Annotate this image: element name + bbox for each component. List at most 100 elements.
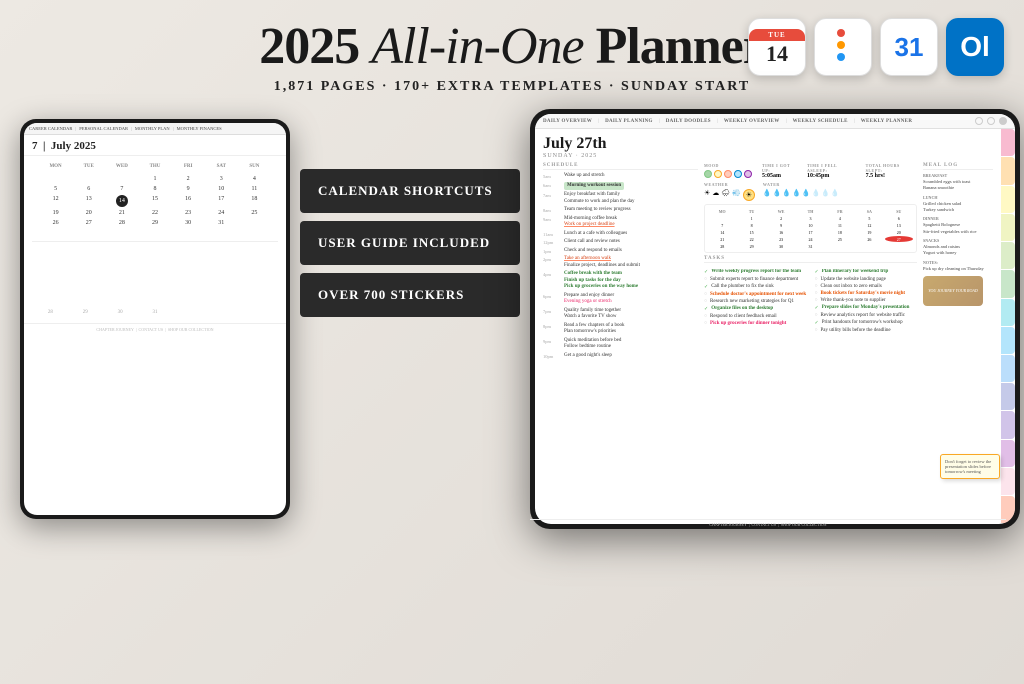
rt-side-tabs [1001,129,1015,524]
main-container: TUE 14 31 Ol 20 [0,0,1024,684]
rt-tab-2[interactable] [1001,157,1015,184]
rt-time-row-9pm: 9pm Quick meditation before bedFollow be… [543,338,698,351]
rt-time-fields: TIME I GOT UP: 5:05am TIME I FELL ASLEEP… [762,163,917,179]
reminder-line-3 [837,53,849,61]
rt-notes-label: NOTES: [923,260,993,265]
rt-time-got-up: TIME I GOT UP: 5:05am [762,163,799,179]
rt-lunch-label: LUNCH [923,195,993,200]
rt-time-row-2pm: 2pm Take an afternoon walkFinalize proje… [543,256,698,269]
rt-mood-widget: MOOD [704,163,752,178]
rt-task-7: ○Respond to client feedback email [704,314,807,319]
rt-weather-widget: WEATHER ☀ ☁ 🌧 💨 ☀ [704,182,755,201]
rt-time-row-8pm: 8pm Read a few chapters of a bookPlan to… [543,323,698,336]
lt-extra: 28 29 30 31 [24,233,286,323]
rt-nav-controls [975,117,1007,125]
google-calendar-icon: 31 [880,18,938,76]
reminders-icon [814,18,872,76]
reminder-line-1 [837,29,849,37]
rt-time-row-6am: 6am Morning workout session [543,182,698,191]
rt-nav-btn-2[interactable] [987,117,995,125]
rt-tab-11[interactable] [1001,411,1015,438]
rt-nav-btn-3[interactable] [999,117,1007,125]
rt-task-14: ✓Prepare slides for Monday's presentatio… [815,305,918,311]
rt-sticky-note: Don't forget to review the presentation … [940,454,1000,479]
active-weather-sun: ☀ [743,189,755,201]
lt-footer: CHAPTER JOURNEY | CONTACT US | SHOP OUR … [24,323,286,335]
rt-mini-calendar: MO TU WE TH FR SA SU 1 [704,204,917,253]
rt-motivational-box: YOU JOURNEY YOUR ROAD [923,276,983,306]
rt-hours-value: 7.5 hrs! [866,173,917,179]
rt-nav-daily-planning: DAILY PLANNING [605,119,653,124]
rt-got-up-value: 5:05am [762,173,799,179]
rt-breakfast-label: BREAKFAST [923,173,993,178]
rt-task-3: ✓Call the plumber to fix the sink [704,284,807,290]
rt-top-widgets: MOOD [704,163,917,179]
lt-month-label: 7 | July 2025 [24,135,286,156]
rt-schedule-col: SCHEDULE 5am Wake up and stretch 6am Mor… [543,163,698,511]
title-planner: Planner [584,18,765,75]
rt-meal-label: MEAL LOG [923,163,993,170]
rt-task-16: ✓Print handouts for tomorrow's workshop [815,320,918,326]
rt-dinner-content: Spaghetti BologneseStir-fried vegetables… [923,222,993,235]
rt-time-row-1pm: 1pm Check and respond to emails [543,248,698,255]
rt-nav-weekly-planner: WEEKLY PLANNER [861,119,912,124]
rt-nav-daily-doodles: DAILY DOODLES [666,119,711,124]
rt-time-fell-asleep: TIME I FELL ASLEEP: 10:45pm [807,163,858,179]
rt-date-sub: SUNDAY · 2025 [543,153,993,159]
badges-column: CALENDAR SHORTCUTS USER GUIDE INCLUDED O… [300,169,520,317]
rt-tab-12[interactable] [1001,440,1015,467]
rt-nav-weekly-overview: WEEKLY OVERVIEW [724,119,780,124]
cloud-icon: ☁ [712,189,719,201]
rt-motivational-text: YOU JOURNEY YOUR ROAD [928,288,977,293]
water-cup-1: 💧 [763,189,772,197]
rt-snacks-label: SNACKS [923,238,993,243]
rt-tab-3[interactable] [1001,186,1015,213]
title-italic: All-in-One [371,18,583,75]
sun-icon: ☀ [704,189,710,201]
rt-time-row-12pm: 12pm Client call and review notes [543,239,698,246]
rt-tab-10[interactable] [1001,383,1015,410]
rt-date: July 27th [543,135,993,153]
content-row: CAREER CALENDAR | PERSONAL CALENDAR | MO… [20,109,1004,674]
lt-nav-career: CAREER CALENDAR [29,126,72,131]
rt-weather-water: WEATHER ☀ ☁ 🌧 💨 ☀ [704,182,917,201]
rt-task-17: ○Pay utility bills before the deadline [815,328,918,333]
rt-task-9: ✓Plan itinerary for weekend trip [815,269,918,275]
rt-tab-5[interactable] [1001,242,1015,269]
wind-icon: 💨 [732,189,741,201]
rt-time-row-7am: 7am Enjoy breakfast with familyCommute t… [543,192,698,205]
rt-tab-4[interactable] [1001,214,1015,241]
lt-nav-finances: MONTHLY FINANCES [177,126,222,131]
water-cup-2: 💧 [773,189,782,197]
rt-footer: CHAPTER JOURNEY | CONTACT US | SHOP OUR … [535,519,1006,524]
rt-nav-btn-1[interactable] [975,117,983,125]
rt-time-row-4pm: 4pm Coffee break with the teamFinish up … [543,271,698,291]
lt-nav-personal: PERSONAL CALENDAR [79,126,128,131]
rt-tab-8[interactable] [1001,327,1015,354]
lt-nav-monthly: MONTHLY PLAN [135,126,170,131]
rt-sections: SCHEDULE 5am Wake up and stretch 6am Mor… [543,163,993,511]
mood-circle-4 [734,170,742,178]
rt-tasks-list: ✓Write weekly progress report for the te… [704,269,917,511]
dot-red [837,29,845,37]
rt-time-row-10pm: 10pm Get a good night's sleep [543,353,698,360]
water-cup-5: 💧 [802,189,811,197]
outlook-icon: Ol [946,18,1004,76]
rt-tab-6[interactable] [1001,270,1015,297]
rt-tasks-label: TASKS [704,256,917,263]
mood-circle-1 [704,170,712,178]
title-section: 2025 All-in-One Planner 1,871 PAGES · 17… [259,18,765,95]
mood-circle-2 [714,170,722,178]
rt-tab-13[interactable] [1001,468,1015,495]
outlook-letter: Ol [960,31,990,63]
water-cup-6: 💧 [811,189,820,197]
rt-tab-9[interactable] [1001,355,1015,382]
rt-task-8: ○Pick up groceries for dinner tonight [704,321,807,326]
lt-bottom-cal: 28 29 30 31 [32,310,278,315]
rt-time-row-5am: 5am Wake up and stretch [543,173,698,180]
rt-water-widget: WATER 💧 💧 💧 💧 💧 💧 [763,182,840,201]
rt-tab-1[interactable] [1001,129,1015,156]
badge-stickers: OVER 700 STICKERS [300,273,520,317]
title-year: 2025 [259,18,371,75]
rt-tab-7[interactable] [1001,299,1015,326]
